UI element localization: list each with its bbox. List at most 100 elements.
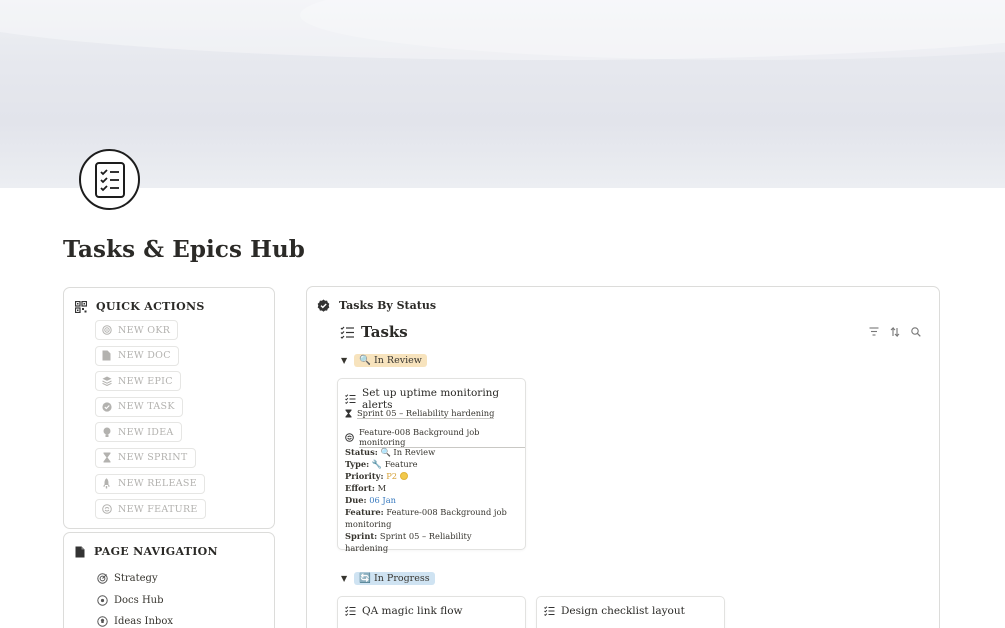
task-card[interactable]: Design checklist layout: [536, 596, 725, 628]
sparkle-icon: [345, 433, 354, 442]
prop-label: Due:: [345, 495, 367, 505]
prop-label: Type:: [345, 459, 370, 469]
checklist-icon[interactable]: [79, 149, 140, 210]
page-title: Tasks & Epics Hub: [63, 236, 305, 263]
new-sprint-button[interactable]: NEW SPRINT: [95, 447, 196, 468]
collapse-triangle-icon[interactable]: ▼: [341, 356, 347, 365]
new-epic-button[interactable]: NEW EPIC: [95, 371, 181, 392]
page-navigation-header: PAGE NAVIGATION: [75, 545, 218, 558]
group-header-in-progress[interactable]: ▼ 🔄 In Progress: [341, 572, 435, 585]
database-title[interactable]: Tasks: [340, 323, 408, 341]
quick-actions-list: NEW OKR NEW DOC NEW EPIC NEW TASK NEW ID…: [95, 320, 206, 525]
lightbulb-icon: [97, 616, 108, 627]
prop-label: Priority:: [345, 471, 384, 481]
prop-label: Sprint:: [345, 531, 378, 541]
prop-sprint: Sprint: Sprint 05 – Reliability hardenin…: [345, 530, 517, 554]
task-list-icon: [544, 606, 555, 616]
nav-item-docs-hub[interactable]: Docs Hub: [97, 590, 173, 612]
new-doc-button[interactable]: NEW DOC: [95, 345, 179, 366]
quick-actions-panel: QUICK ACTIONS NEW OKR NEW DOC NEW EPIC N…: [63, 287, 275, 529]
rocket-icon: [101, 478, 112, 489]
button-label: NEW IDEA: [118, 426, 174, 438]
button-label: NEW SPRINT: [118, 452, 188, 464]
sprint-relation[interactable]: Sprint 05 – Reliability hardening: [345, 408, 495, 419]
tasks-by-status-header: Tasks By Status: [317, 299, 436, 312]
new-task-button[interactable]: NEW TASK: [95, 396, 183, 417]
nav-item-label: Ideas Inbox: [114, 616, 173, 628]
prop-value: M: [377, 483, 387, 493]
task-list-icon: [345, 606, 356, 616]
sort-icon[interactable]: [889, 326, 900, 337]
feature-relation[interactable]: Feature-008 Background job monitoring: [345, 427, 525, 448]
button-label: NEW OKR: [118, 324, 171, 336]
prop-priority: Priority: P2: [345, 470, 517, 482]
button-label: NEW FEATURE: [118, 503, 198, 515]
page-navigation-heading: PAGE NAVIGATION: [94, 545, 218, 558]
compass-icon: [97, 595, 108, 606]
button-label: NEW TASK: [118, 401, 175, 413]
task-card[interactable]: Set up uptime monitoring alerts Sprint 0…: [337, 378, 526, 553]
task-list-icon: [345, 394, 356, 404]
status-tag: 🔍 In Review: [354, 354, 427, 367]
database-title-label: Tasks: [361, 323, 408, 341]
target-icon: [97, 573, 108, 584]
prop-label: Feature:: [345, 507, 384, 517]
tasks-by-status-panel: Tasks By Status Tasks ▼ 🔍 In Review Set …: [306, 286, 940, 628]
new-release-button[interactable]: NEW RELEASE: [95, 473, 205, 494]
status-tag-label: In Review: [374, 355, 422, 366]
hourglass-icon: [101, 452, 112, 463]
task-card[interactable]: QA magic link flow: [337, 596, 526, 628]
task-title-text: Design checklist layout: [561, 605, 685, 617]
filter-icon[interactable]: [868, 326, 879, 337]
check-badge-icon: [101, 401, 112, 412]
check-badge-icon: [317, 299, 330, 312]
document-icon: [101, 350, 112, 361]
collapse-triangle-icon[interactable]: ▼: [341, 574, 347, 583]
task-title[interactable]: QA magic link flow: [345, 605, 463, 617]
prop-status: Status: 🔍 In Review: [345, 446, 517, 458]
new-idea-button[interactable]: NEW IDEA: [95, 422, 182, 443]
search-icon[interactable]: [910, 326, 921, 337]
button-label: NEW DOC: [118, 350, 171, 362]
button-label: NEW RELEASE: [118, 478, 197, 490]
new-feature-button[interactable]: NEW FEATURE: [95, 499, 206, 520]
document-icon: [75, 546, 85, 558]
prop-feature: Feature: Feature-008 Background job moni…: [345, 506, 517, 530]
prop-value: 06 Jan: [369, 495, 397, 505]
prop-label: Status:: [345, 447, 378, 457]
status-tag: 🔄 In Progress: [354, 572, 435, 585]
status-tag-icon: 🔄: [359, 573, 371, 584]
hourglass-icon: [345, 409, 352, 418]
task-properties: Status: 🔍 In Review Type: 🔧 Feature Prio…: [345, 446, 517, 554]
status-tag-label: In Progress: [374, 573, 430, 584]
feature-relation-text: Feature-008 Background job monitoring: [359, 427, 525, 448]
quick-actions-heading: QUICK ACTIONS: [96, 300, 205, 313]
sprint-relation-text: Sprint 05 – Reliability hardening: [357, 408, 495, 419]
sparkle-icon: [101, 504, 112, 515]
page-cover: [0, 0, 1005, 188]
tasks-by-status-heading: Tasks By Status: [339, 299, 437, 312]
task-title-text: QA magic link flow: [362, 605, 463, 617]
priority-dot-icon: [399, 472, 408, 480]
nav-item-label: Strategy: [114, 573, 158, 585]
quick-actions-header: QUICK ACTIONS: [75, 300, 205, 313]
qr-grid-icon: [75, 300, 87, 313]
prop-type: Type: 🔧 Feature: [345, 458, 517, 470]
page-navigation-panel: PAGE NAVIGATION Strategy Docs Hub Ideas …: [63, 532, 275, 628]
nav-item-label: Docs Hub: [114, 594, 164, 606]
layers-icon: [101, 376, 112, 387]
task-title[interactable]: Design checklist layout: [544, 605, 685, 617]
prop-value: 🔧 Feature: [371, 459, 418, 469]
prop-value: P2: [386, 471, 398, 481]
lightbulb-icon: [101, 427, 112, 438]
nav-item-ideas-inbox[interactable]: Ideas Inbox: [97, 611, 173, 628]
prop-label: Effort:: [345, 483, 375, 493]
group-header-in-review[interactable]: ▼ 🔍 In Review: [341, 354, 427, 367]
new-okr-button[interactable]: NEW OKR: [95, 320, 179, 340]
prop-value: 🔍 In Review: [380, 447, 436, 457]
nav-item-strategy[interactable]: Strategy: [97, 568, 173, 590]
status-tag-icon: 🔍: [359, 355, 371, 366]
button-label: NEW EPIC: [118, 375, 173, 387]
task-list-icon: [340, 326, 355, 339]
database-toolbar: [868, 326, 921, 337]
